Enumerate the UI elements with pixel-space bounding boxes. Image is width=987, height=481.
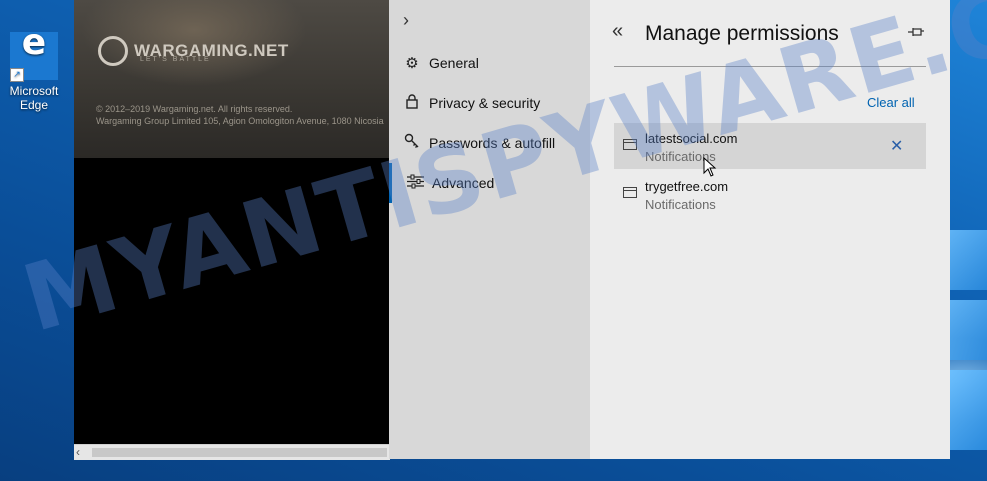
nav-item-label: Passwords & autofill [429,135,556,151]
nav-item-label: General [429,55,479,71]
horizontal-scrollbar[interactable]: ‹ [74,444,390,460]
permission-site-row[interactable]: latestsocial.com Notifications ✕ [614,123,926,169]
page-title: Manage permissions [645,22,839,45]
nav-item-passwords-autofill[interactable]: Passwords & autofill [389,123,590,163]
wargaming-logo-icon [98,36,128,66]
key-icon [401,133,423,153]
close-icon[interactable]: ✕ [890,136,903,156]
title-divider [614,66,926,67]
site-domain: latestsocial.com [645,131,738,146]
nav-item-label: Privacy & security [429,95,541,111]
lock-icon [401,93,423,113]
desktop-icon-label-line1: Microsoft [9,84,59,98]
webpage-viewport: WARGAMING.NET LET'S BATTLE © 2012–2019 W… [74,0,389,444]
scrollbar-thumb[interactable] [92,448,387,457]
site-permission: Notifications [645,197,716,212]
desktop-wallpaper-light-pane [950,230,987,290]
site-domain: trygetfree.com [645,179,729,194]
website-icon [623,187,637,198]
desktop-wallpaper-light-pane [950,370,987,450]
copyright-text: © 2012–2019 Wargaming.net. All rights re… [96,104,293,114]
sliders-icon [404,174,426,193]
gear-icon: ⚙ [405,55,419,72]
brand-tagline: LET'S BATTLE [140,56,211,63]
desktop-icon-microsoft-edge[interactable]: e ↗ Microsoft Edge [4,25,64,113]
wargaming-banner: WARGAMING.NET LET'S BATTLE © 2012–2019 W… [74,0,389,158]
website-icon [623,139,637,150]
chevron-right-icon[interactable]: › [403,10,409,31]
double-chevron-left-icon[interactable]: « [612,20,623,43]
nav-item-advanced[interactable]: Advanced [389,163,590,203]
nav-item-label: Advanced [432,175,495,191]
desktop-wallpaper-light-pane [950,300,987,360]
permission-site-row[interactable]: trygetfree.com Notifications [614,171,926,217]
pin-icon[interactable] [908,24,924,41]
nav-item-privacy-security[interactable]: Privacy & security [389,83,590,123]
nav-item-general[interactable]: ⚙ General [389,43,590,83]
scroll-left-icon[interactable]: ‹ [76,445,80,460]
settings-nav-pane: › ⚙ General Privacy & security Passwords… [389,0,590,459]
address-text: Wargaming Group Limited 105, Agion Omolo… [96,116,384,126]
shortcut-arrow-icon: ↗ [10,68,24,82]
manage-permissions-panel: « Manage permissions Clear all latestsoc… [590,0,950,459]
clear-all-link[interactable]: Clear all [867,95,915,110]
edge-icon: e ↗ [10,25,58,82]
desktop-icon-label-line2: Edge [19,98,49,112]
